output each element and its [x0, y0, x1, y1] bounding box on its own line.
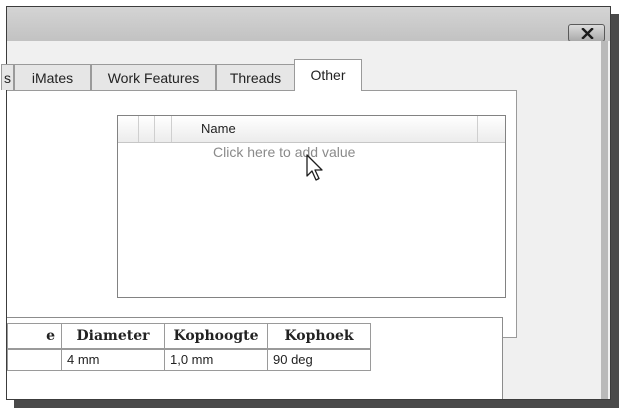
table-cell[interactable]: [7, 349, 62, 371]
tab-imates[interactable]: iMates: [14, 64, 91, 90]
tab-label: Threads: [229, 70, 282, 86]
tab-label: s: [4, 70, 11, 86]
header-separator: [171, 116, 172, 142]
name-column-header[interactable]: Name: [201, 116, 236, 142]
diameter-cell[interactable]: 4 mm: [61, 349, 165, 371]
thread-parameters-table: e Diameter Kophoogte Kophoek 4 mm 1,0 mm…: [7, 317, 503, 399]
close-button[interactable]: [568, 24, 605, 42]
diameter-header: Diameter: [61, 323, 165, 349]
dialog-window: s iMates Work Features Threads Other Nam…: [1, 6, 611, 400]
header-separator: [477, 116, 478, 142]
column-header: e: [7, 323, 62, 349]
property-grid[interactable]: Name Click here to add value: [117, 115, 506, 298]
tab-work-features[interactable]: Work Features: [91, 64, 216, 90]
tab-panel-other: Name Click here to add value: [7, 90, 517, 338]
kophoek-cell[interactable]: 90 deg: [267, 349, 371, 371]
dialog-body: s iMates Work Features Threads Other Nam…: [1, 41, 610, 399]
add-value-prompt[interactable]: Click here to add value: [213, 144, 355, 160]
title-bar: [7, 7, 610, 42]
kophoogte-header: Kophoogte: [164, 323, 268, 349]
header-separator: [154, 116, 155, 142]
kophoogte-cell[interactable]: 1,0 mm: [164, 349, 268, 371]
tab-label: iMates: [31, 70, 74, 86]
dialog-inner-edge: [601, 41, 608, 399]
tab-other[interactable]: Other: [294, 59, 362, 91]
mouse-pointer-icon: [306, 154, 323, 181]
kophoek-header: Kophoek: [267, 323, 371, 349]
grid-header: Name: [118, 116, 505, 143]
table-row[interactable]: 4 mm 1,0 mm 90 deg: [7, 349, 371, 371]
tab-partial[interactable]: s: [1, 64, 14, 90]
table-header-row: e Diameter Kophoogte Kophoek: [7, 323, 371, 349]
window-shadow-bottom: [14, 400, 619, 408]
close-icon: [581, 28, 594, 39]
tab-label: Work Features: [107, 70, 200, 86]
header-separator: [138, 116, 139, 142]
window-shadow-right: [611, 14, 619, 408]
tab-label: Other: [310, 67, 346, 83]
tab-threads[interactable]: Threads: [216, 64, 295, 90]
